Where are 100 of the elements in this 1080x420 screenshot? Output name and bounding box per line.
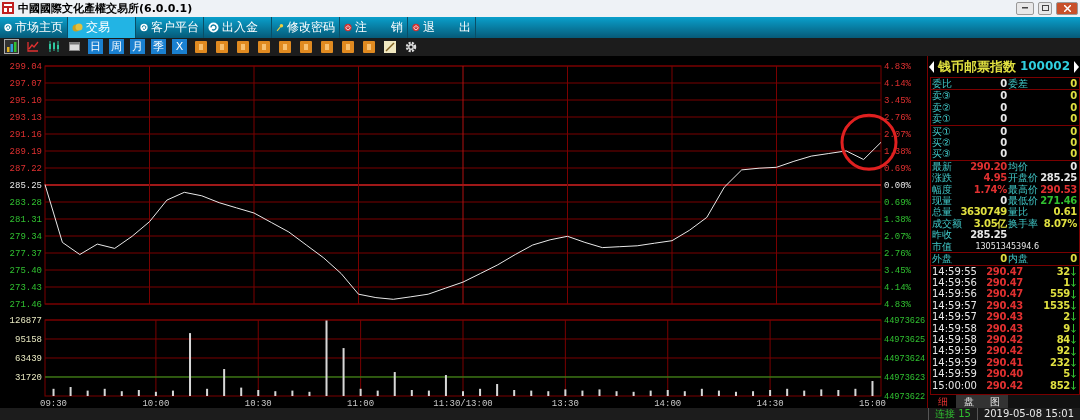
axis-label: 289.19 <box>9 147 42 157</box>
quote-value: 0 <box>1000 148 1008 160</box>
axis-label: 0.00% <box>884 181 911 191</box>
quote-label: 买① <box>932 125 952 138</box>
quote-label: 开盘价 <box>1008 172 1039 184</box>
trade-volume: 852 <box>1050 379 1071 391</box>
volume-bar <box>854 388 857 396</box>
nav-tab[interactable]: 交易 <box>68 16 136 38</box>
period-button[interactable]: X <box>172 39 187 55</box>
trade-volume: 9 <box>1063 322 1071 334</box>
volume-bar <box>683 391 686 396</box>
close-button[interactable] <box>1056 1 1078 15</box>
trade-time: 14:59:58 <box>932 322 978 334</box>
period-button[interactable]: 月 <box>130 39 145 55</box>
trade-time: 14:59:57 <box>932 299 978 312</box>
toolbar-button[interactable] <box>256 39 271 55</box>
toolbar-button[interactable] <box>340 39 355 55</box>
axis-label: 297.07 <box>9 79 42 89</box>
toolbar-button[interactable] <box>319 39 334 55</box>
trade-price: 290.42 <box>986 333 1024 346</box>
panel-tab[interactable]: 盘 <box>956 395 982 408</box>
quote-label: 换手率 <box>1008 217 1039 230</box>
trade-price: 290.42 <box>986 379 1024 391</box>
period-icon <box>320 40 333 53</box>
trade-volume: 5 <box>1063 368 1071 380</box>
axis-label: 275.40 <box>9 266 42 276</box>
axis-label: 1.38% <box>884 215 911 225</box>
nav-tab[interactable]: 退 出 <box>408 16 476 38</box>
toolbar-button[interactable] <box>193 39 208 55</box>
quote-value: 0 <box>1000 253 1008 265</box>
instrument-code: 100002 <box>1019 60 1070 73</box>
trade-price: 290.43 <box>986 299 1024 312</box>
volume-bar <box>52 388 55 396</box>
volume-bar <box>786 388 789 396</box>
quote-value: 4.95 <box>983 172 1008 184</box>
quote-label: 现量 <box>932 195 953 207</box>
trade-time: 14:59:58 <box>932 333 978 346</box>
panel-tab[interactable]: 细 <box>930 395 956 408</box>
volume-bar <box>871 381 874 396</box>
volume-bar <box>103 388 106 396</box>
quote-value: 0 <box>1070 90 1078 102</box>
toolbar-button[interactable] <box>235 39 250 55</box>
axis-label: 4.83% <box>884 300 911 310</box>
minimize-button[interactable] <box>1016 1 1034 15</box>
toolbar-button[interactable] <box>403 39 418 55</box>
quote-value: 0 <box>1000 195 1008 207</box>
trade-time: 15:00:00 <box>932 379 978 391</box>
period-icon <box>341 40 354 53</box>
volume-bar <box>547 391 550 396</box>
quote-label: 卖② <box>932 101 952 113</box>
trade-price: 290.43 <box>986 311 1024 323</box>
volume-bar <box>171 390 174 396</box>
trade-volume: 1535 <box>1043 299 1071 312</box>
period-button[interactable]: 周 <box>109 39 124 55</box>
trade-price: 290.41 <box>986 356 1024 369</box>
toolbar-button[interactable] <box>46 39 61 55</box>
axis-label: 44973622 <box>884 392 926 402</box>
toolbar-button[interactable] <box>214 39 229 55</box>
quote-label: 成交额 <box>932 217 962 230</box>
toolbar-button[interactable] <box>382 39 397 55</box>
quote-value: 285.25 <box>970 229 1008 241</box>
toolbar-button[interactable] <box>298 39 313 55</box>
axis-label: 44973626 <box>884 316 926 326</box>
axis-label: 2.76% <box>884 249 911 259</box>
maximize-button[interactable] <box>1038 1 1052 15</box>
axis-label: 279.34 <box>9 232 42 242</box>
toolbar-button[interactable] <box>4 39 19 55</box>
nav-tab[interactable]: 客户平台 <box>136 16 204 38</box>
axis-label: 13:30 <box>551 399 579 408</box>
quote-label: 市值 <box>932 240 953 253</box>
period-button[interactable]: 日 <box>88 39 103 55</box>
volume-bar <box>223 369 226 396</box>
axis-label: 11:30/13:00 <box>433 399 493 408</box>
line-chart-icon <box>26 41 39 53</box>
panel-tab[interactable]: 图 <box>982 395 1008 408</box>
next-icon[interactable] <box>1073 60 1079 73</box>
volume-bar <box>427 390 430 396</box>
volume-bar <box>359 388 362 396</box>
refresh-icon <box>4 21 12 33</box>
axis-label: 44973624 <box>884 354 926 364</box>
toolbar-button[interactable] <box>361 39 376 55</box>
previous-icon[interactable] <box>929 60 934 73</box>
nav-tab[interactable]: 修改密码 <box>272 16 340 38</box>
period-button[interactable]: 季 <box>151 39 166 55</box>
power-icon <box>344 21 352 33</box>
volume-bar <box>444 375 447 396</box>
nav-tab[interactable]: 出入金 <box>204 16 272 38</box>
quote-value: 0 <box>1000 78 1008 90</box>
quote-value: 0 <box>1070 78 1078 90</box>
axis-label: 4.83% <box>884 62 911 72</box>
trade-price: 290.40 <box>986 368 1024 380</box>
axis-label: 10:00 <box>142 399 170 408</box>
quote-value: 0 <box>1070 125 1078 138</box>
quote-label: 委比 <box>932 78 953 90</box>
axis-label: 44973625 <box>884 335 926 345</box>
quote-value: 290.53 <box>1040 183 1078 196</box>
nav-tab[interactable]: 注 销 <box>340 16 408 38</box>
toolbar-button[interactable] <box>277 39 292 55</box>
trade-price: 290.47 <box>986 288 1024 300</box>
instrument-name: 钱币邮票指数 <box>937 60 1016 73</box>
